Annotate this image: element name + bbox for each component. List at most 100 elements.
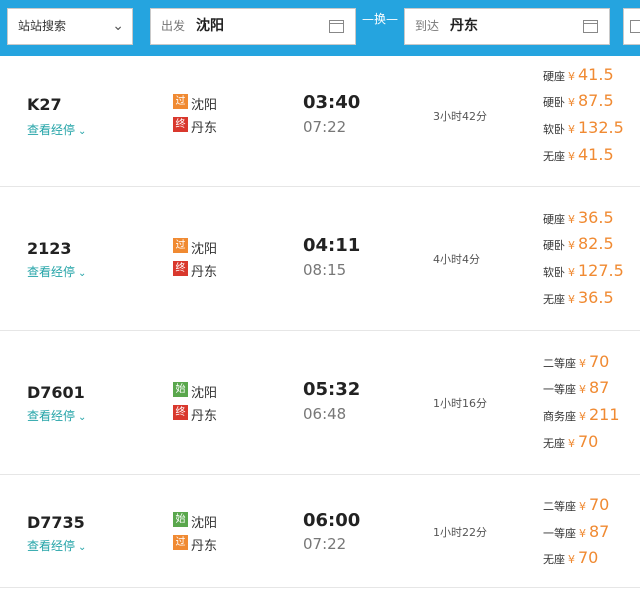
chevron-down-icon: ⌄ xyxy=(78,126,87,137)
currency: ¥ xyxy=(568,437,575,450)
price: 41.5 xyxy=(578,65,614,84)
currency: ¥ xyxy=(579,500,586,513)
view-stops-link[interactable]: 查看经停 ⌄ xyxy=(27,407,86,424)
station-type-badge: 终 xyxy=(173,405,188,420)
price-row: 商务座 ¥211 xyxy=(543,405,620,424)
departure-station: 过沈阳 xyxy=(173,94,217,113)
price: 87 xyxy=(589,522,610,541)
search-mode-label: 站站搜索 xyxy=(18,19,67,33)
currency: ¥ xyxy=(568,150,575,163)
view-stops-link[interactable]: 查看经停 ⌄ xyxy=(27,537,86,554)
price-row: 硬卧 ¥87.5 xyxy=(543,91,614,110)
station-type-badge: 始 xyxy=(173,512,188,527)
departure-value: 沈阳 xyxy=(196,18,224,34)
station-type-badge: 终 xyxy=(173,117,188,132)
station-type-badge: 始 xyxy=(173,382,188,397)
arrival-label: 到达 xyxy=(415,19,440,33)
currency: ¥ xyxy=(568,123,575,136)
arrival-value: 丹东 xyxy=(450,18,478,34)
price: 132.5 xyxy=(578,118,624,137)
price: 36.5 xyxy=(578,288,614,307)
train-row[interactable]: D7601 查看经停 ⌄ 始沈阳 终丹东 05:32 06:48 1小时16分 二… xyxy=(0,331,640,475)
departure-label: 出发 xyxy=(161,19,186,33)
swap-button[interactable]: —换— xyxy=(356,8,404,30)
station-name: 沈阳 xyxy=(191,242,218,257)
price: 70 xyxy=(589,352,610,371)
price: 70 xyxy=(578,548,599,567)
chevron-down-icon: ⌄ xyxy=(112,18,124,34)
price-row: 一等座 ¥87 xyxy=(543,378,609,397)
currency: ¥ xyxy=(568,213,575,226)
chevron-down-icon: ⌄ xyxy=(78,542,87,553)
currency: ¥ xyxy=(568,553,575,566)
arrival-time: 07:22 xyxy=(303,535,347,553)
price: 82.5 xyxy=(578,234,614,253)
view-stops-link[interactable]: 查看经停 ⌄ xyxy=(27,263,86,280)
price: 87.5 xyxy=(578,91,614,110)
seat-type: 一等座 xyxy=(543,527,576,540)
view-stops-label: 查看经停 xyxy=(27,265,76,279)
price: 70 xyxy=(589,495,610,514)
train-number: D7735 xyxy=(27,513,85,532)
station-name: 丹东 xyxy=(191,539,218,554)
price-row: 硬卧 ¥82.5 xyxy=(543,234,614,253)
currency: ¥ xyxy=(579,357,586,370)
station-type-badge: 终 xyxy=(173,261,188,276)
price-row: 无座 ¥41.5 xyxy=(543,145,614,164)
seat-type: 二等座 xyxy=(543,500,576,513)
station-type-badge: 过 xyxy=(173,238,188,253)
view-stops-link[interactable]: 查看经停 ⌄ xyxy=(27,121,86,138)
arrival-station: 终丹东 xyxy=(173,117,218,136)
seat-type: 软卧 xyxy=(543,123,565,136)
currency: ¥ xyxy=(568,70,575,83)
chevron-down-icon: ⌄ xyxy=(78,268,87,279)
arrival-field[interactable]: 到达 丹东 xyxy=(404,8,610,45)
departure-time: 06:00 xyxy=(303,510,361,531)
currency: ¥ xyxy=(579,410,586,423)
arrival-station: 过丹东 xyxy=(173,535,218,554)
station-name: 沈阳 xyxy=(191,386,218,401)
train-row[interactable]: 2123 查看经停 ⌄ 过沈阳 终丹东 04:11 08:15 4小时4分 硬座 ¥… xyxy=(0,187,640,331)
seat-type: 硬卧 xyxy=(543,96,565,109)
price-row: 一等座 ¥87 xyxy=(543,522,609,541)
price: 41.5 xyxy=(578,145,614,164)
station-type-badge: 过 xyxy=(173,535,188,550)
calendar-icon[interactable] xyxy=(630,20,640,33)
seat-type: 硬座 xyxy=(543,213,565,226)
seat-type: 无座 xyxy=(543,553,565,566)
departure-field[interactable]: 出发 沈阳 xyxy=(150,8,356,45)
price: 36.5 xyxy=(578,208,614,227)
seat-type: 无座 xyxy=(543,150,565,163)
train-number: 2123 xyxy=(27,239,72,258)
departure-station: 始沈阳 xyxy=(173,382,218,401)
train-row[interactable]: K27 查看经停 ⌄ 过沈阳 终丹东 03:40 07:22 3小时42分 硬座 ¥… xyxy=(0,56,640,187)
train-row[interactable]: D7735 查看经停 ⌄ 始沈阳 过丹东 06:00 07:22 1小时22分 二… xyxy=(0,475,640,588)
currency: ¥ xyxy=(579,527,586,540)
seat-type: 无座 xyxy=(543,437,565,450)
arrival-station: 终丹东 xyxy=(173,405,218,424)
seat-type: 硬卧 xyxy=(543,239,565,252)
seat-type: 无座 xyxy=(543,293,565,306)
departure-time: 04:11 xyxy=(303,235,361,256)
price-row: 硬座 ¥36.5 xyxy=(543,208,614,227)
price-row: 二等座 ¥70 xyxy=(543,352,609,371)
date-field[interactable] xyxy=(623,8,640,45)
currency: ¥ xyxy=(568,239,575,252)
price-row: 二等座 ¥70 xyxy=(543,495,609,514)
seat-type: 商务座 xyxy=(543,410,576,423)
train-number: K27 xyxy=(27,95,62,114)
station-name: 丹东 xyxy=(191,409,218,424)
search-mode-select[interactable]: 站站搜索 ⌄ xyxy=(7,8,133,45)
search-bar: 站站搜索 ⌄ 出发 沈阳 —换— 到达 丹东 xyxy=(0,0,640,56)
calendar-icon[interactable] xyxy=(583,20,598,33)
price-row: 无座 ¥70 xyxy=(543,548,598,567)
currency: ¥ xyxy=(579,383,586,396)
swap-label: 换 xyxy=(373,12,386,26)
view-stops-label: 查看经停 xyxy=(27,539,76,553)
arrival-time: 08:15 xyxy=(303,261,347,279)
currency: ¥ xyxy=(568,96,575,109)
duration: 1小时22分 xyxy=(433,526,487,539)
station-name: 丹东 xyxy=(191,121,218,136)
calendar-icon[interactable] xyxy=(329,20,344,33)
departure-station: 过沈阳 xyxy=(173,238,218,257)
